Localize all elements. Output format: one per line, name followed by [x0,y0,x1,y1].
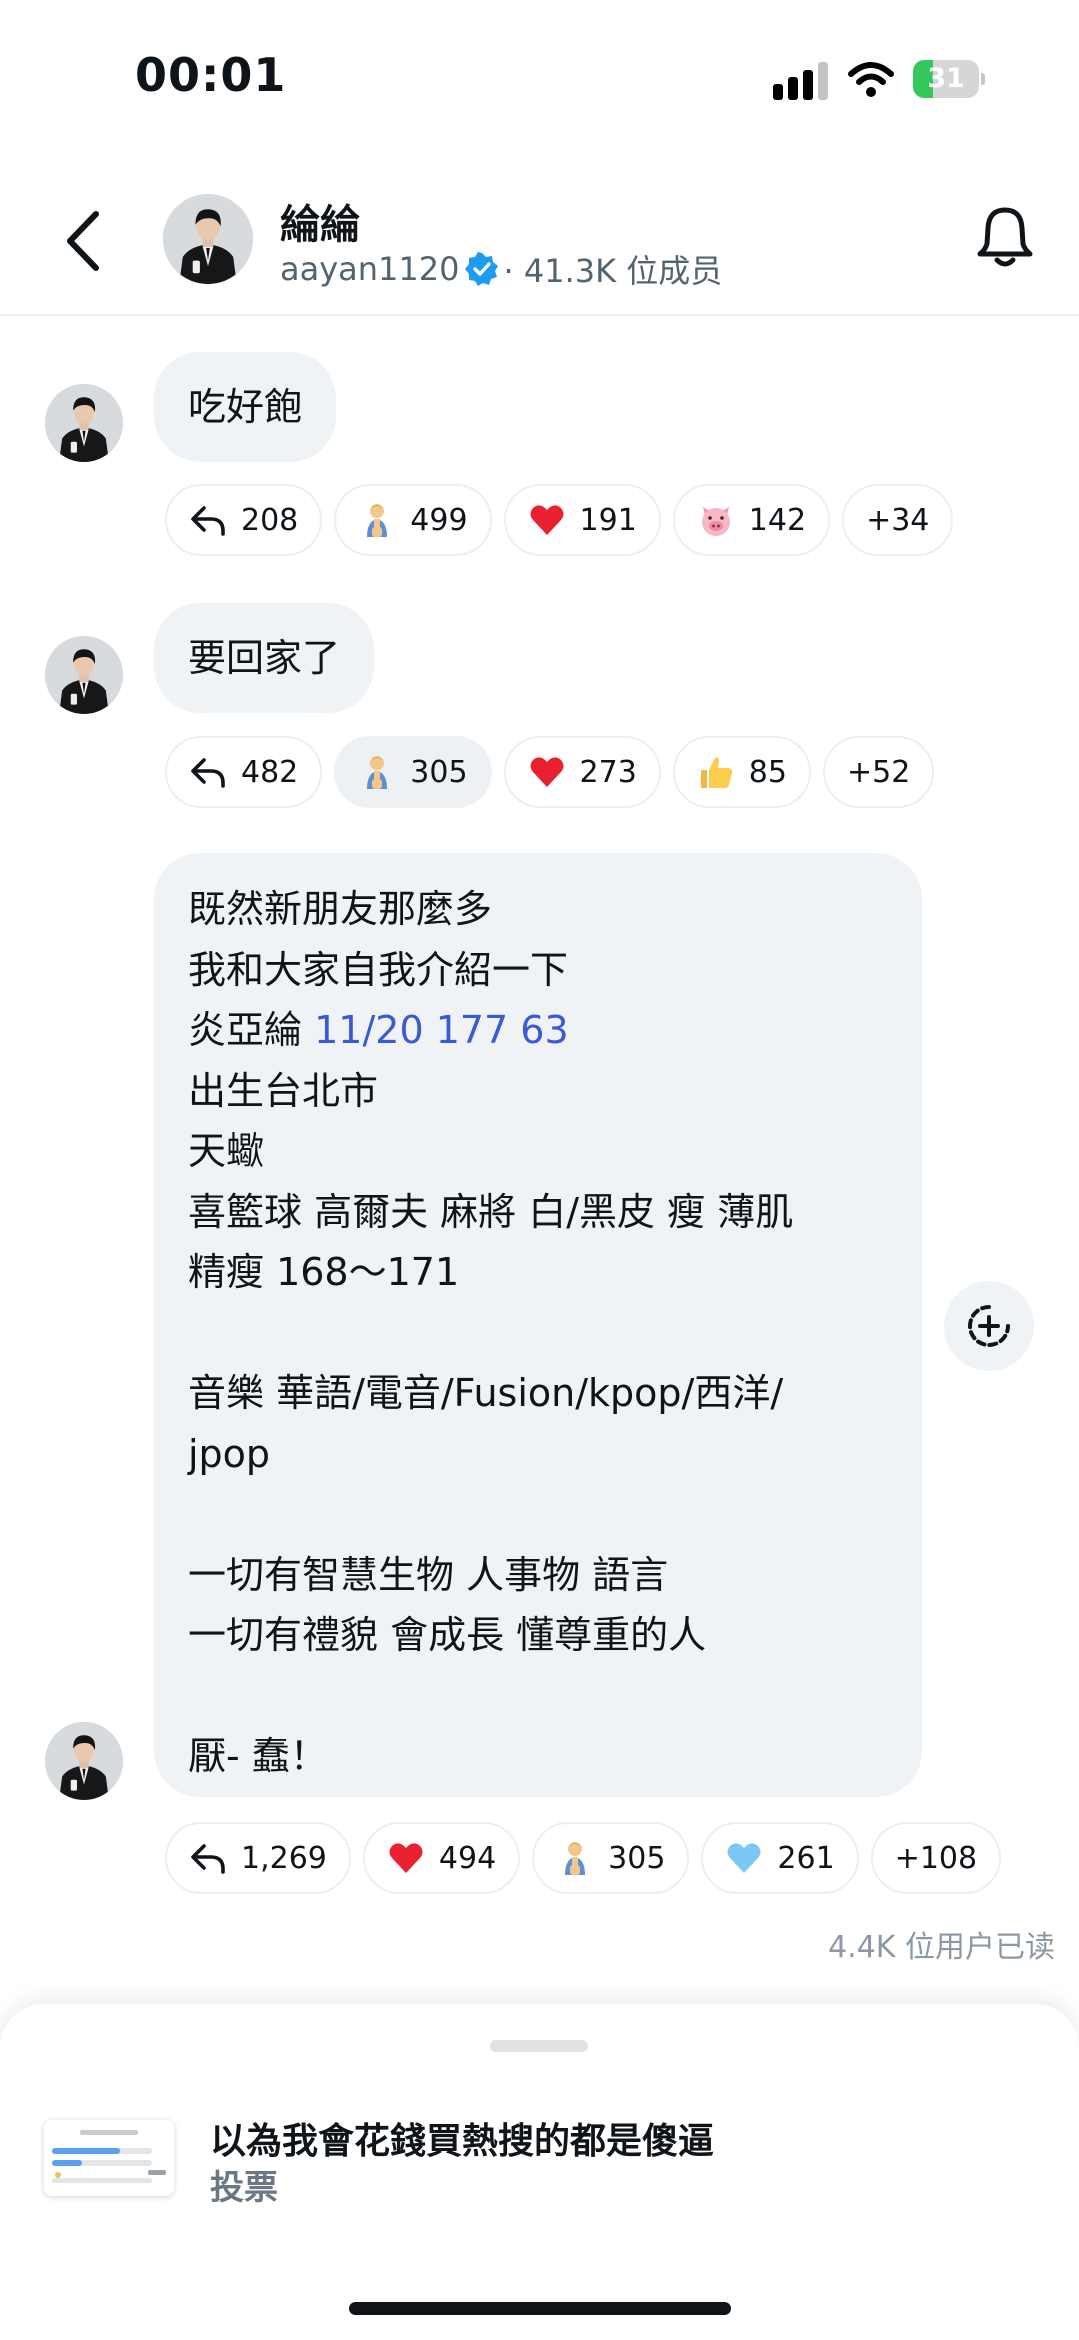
message-line: 炎亞綸 11/20 177 63 [188,1000,888,1061]
heart-emoji-icon [387,1839,425,1877]
reaction-count: 261 [777,1840,835,1876]
message-text: 要回家了 [188,636,341,680]
battery-icon: 31 [913,60,985,98]
reaction-count: 305 [410,754,468,790]
message-line: 厭- 蠢！ [188,1734,328,1778]
verified-badge-icon [465,252,499,286]
poll-sheet[interactable]: 以為我會花錢買熱搜的都是傻逼 投票 [0,2004,1079,2340]
heart-reaction-chip[interactable]: 494 [362,1822,521,1894]
heart-emoji-icon [528,753,566,791]
reaction-count: +52 [846,754,911,790]
more-reactions-chip[interactable]: +34 [842,484,954,556]
heart-reaction-chip[interactable]: 273 [503,736,661,808]
reaction-count: 142 [748,502,807,538]
share-button[interactable] [944,1281,1034,1371]
reply-reaction-chip[interactable]: 1,269 [165,1822,351,1894]
sender-avatar[interactable] [45,1722,123,1800]
message-name: 炎亞綸 [188,1008,303,1052]
message-line: 音樂 華語/電音/Fusion/kpop/西洋/ [188,1371,784,1415]
reaction-count: 494 [438,1840,497,1876]
more-reactions-chip[interactable]: +52 [822,736,935,808]
message-line: jpop [188,1431,271,1476]
poll-subtitle: 投票 [210,2168,278,2208]
reply-icon [189,753,227,791]
channel-username: aayan1120 [280,250,460,288]
heart-reaction-chip[interactable]: 191 [503,484,661,556]
reaction-count: +34 [866,502,930,538]
battery-percent: 31 [927,63,965,94]
status-time: 00:01 [135,48,287,102]
reaction-count: 305 [608,1840,666,1876]
message-line: 精瘦 168～171 [188,1250,460,1294]
message-line: 我和大家自我介紹一下 [188,947,569,992]
message-line: 一切有禮貌 會成長 懂尊重的人 [188,1613,707,1657]
person-reaction-chip[interactable]: 305 [532,1822,690,1894]
message-bubble[interactable]: 要回家了 [154,603,375,713]
cellular-signal-icon [773,62,828,100]
blue-heart-reaction-chip[interactable]: 261 [701,1822,859,1894]
reaction-count: 1,269 [241,1840,327,1876]
status-bar: 00:01 31 [0,0,1079,150]
chat-header: 綸綸 aayan1120 · 41.3K 位成员 [0,180,1079,316]
channel-subtitle: aayan1120 · 41.3K 位成员 [280,246,722,292]
reply-reaction-chip[interactable]: 482 [165,736,323,808]
poll-thumbnail [44,2120,174,2196]
thumbs-up-emoji-icon [697,753,735,791]
message-line: 既然新朋友那麼多 [188,887,493,931]
reaction-bar: 208 499 191 142 +34 [165,484,954,556]
read-count: 4.4K 位用户已读 [828,1930,1055,1965]
wifi-icon [848,62,894,97]
reaction-bar: 482 305 273 85 +52 [165,736,935,808]
person-emoji-icon [358,501,396,539]
reply-reaction-chip[interactable]: 208 [165,484,323,556]
reaction-bar: 1,269 494 305 261 +108 [165,1822,1002,1894]
message-text: 吃好飽 [188,385,303,429]
thumbs-up-reaction-chip[interactable]: 85 [672,736,811,808]
message-line: 一切有智慧生物 人事物 語言 [188,1552,669,1597]
channel-name[interactable]: 綸綸 [280,192,360,250]
reaction-count: 499 [410,502,468,538]
pig-emoji-icon [697,501,735,539]
reaction-count: 85 [748,754,787,790]
reaction-count: 208 [241,502,299,538]
reaction-count: +108 [894,1840,978,1876]
sender-avatar[interactable] [45,636,123,714]
reply-icon [189,501,227,539]
pig-reaction-chip[interactable]: 142 [672,484,831,556]
person-reaction-chip[interactable]: 499 [334,484,492,556]
blue-heart-emoji-icon [725,1839,763,1877]
home-indicator[interactable] [349,2302,731,2315]
reaction-count: 482 [241,754,299,790]
birthday-link[interactable]: 11/20 177 63 [314,1008,569,1052]
channel-member-count: · 41.3K 位成员 [503,252,723,290]
person-emoji-icon [556,1839,594,1877]
share-icon [968,1305,1010,1347]
back-arrow-icon[interactable] [60,206,110,276]
reaction-count: 191 [579,502,637,538]
message-line: 喜籃球 高爾夫 麻將 白/黑皮 瘦 薄肌 [188,1189,794,1234]
reaction-count: 273 [579,754,637,790]
sheet-grabber[interactable] [490,2040,588,2052]
message-line: 出生台北市 [188,1068,379,1113]
message-line: 天蠍 [188,1129,265,1173]
poll-title: 以為我會花錢買熱搜的都是傻逼 [210,2121,715,2162]
heart-emoji-icon [528,501,566,539]
message-bubble-intro[interactable]: 既然新朋友那麼多 我和大家自我介紹一下 炎亞綸 11/20 177 63 出生台… [154,853,922,1797]
message-bubble[interactable]: 吃好飽 [154,352,337,462]
notification-bell-icon[interactable] [975,204,1035,270]
person-reaction-chip[interactable]: 305 [334,736,492,808]
channel-avatar[interactable] [163,194,253,284]
person-emoji-icon [358,753,396,791]
reply-icon [189,1839,227,1877]
sender-avatar[interactable] [45,384,123,462]
more-reactions-chip[interactable]: +108 [870,1822,1002,1894]
